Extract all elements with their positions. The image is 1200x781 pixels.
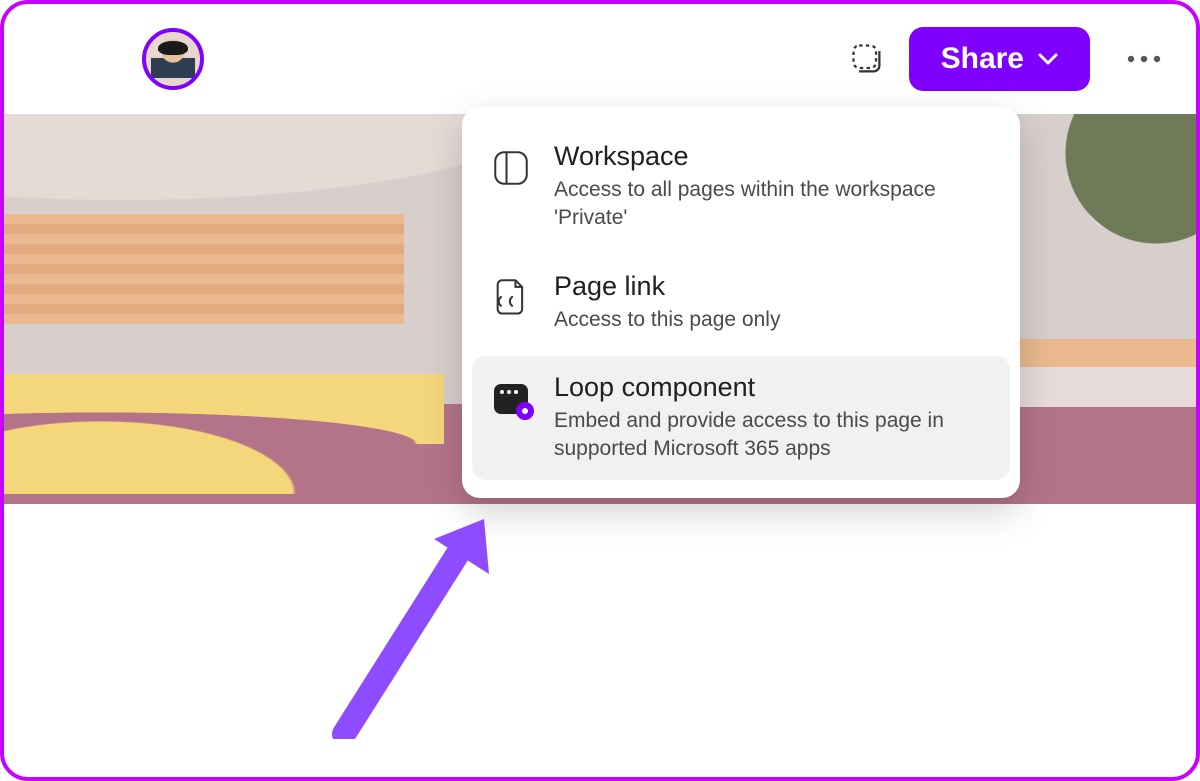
workspace-icon [490,147,532,189]
page-link-icon [490,277,532,319]
chevron-down-icon [1038,53,1058,65]
share-dropdown: Workspace Access to all pages within the… [462,107,1020,498]
annotation-arrow-icon [314,509,514,739]
share-option-title: Page link [554,271,780,302]
select-box-icon-button[interactable] [843,35,891,83]
loop-component-icon [490,378,532,420]
share-option-workspace[interactable]: Workspace Access to all pages within the… [472,125,1010,249]
ellipsis-icon [1126,55,1162,63]
share-option-loop-component[interactable]: Loop component Embed and provide access … [472,356,1010,480]
share-option-desc: Access to all pages within the workspace… [554,176,992,233]
share-button[interactable]: Share [909,27,1090,91]
share-option-desc: Embed and provide access to this page in… [554,407,992,464]
share-option-title: Loop component [554,372,992,403]
app-frame: Share Workspace Access to all pages wi [0,0,1200,781]
share-button-label: Share [941,42,1024,76]
avatar[interactable] [142,28,204,90]
share-option-title: Workspace [554,141,992,172]
dashed-square-icon [849,40,885,78]
top-bar: Share [4,4,1196,114]
share-option-desc: Access to this page only [554,306,780,334]
more-options-button[interactable] [1120,35,1168,83]
share-option-page-link[interactable]: Page link Access to this page only [472,255,1010,350]
